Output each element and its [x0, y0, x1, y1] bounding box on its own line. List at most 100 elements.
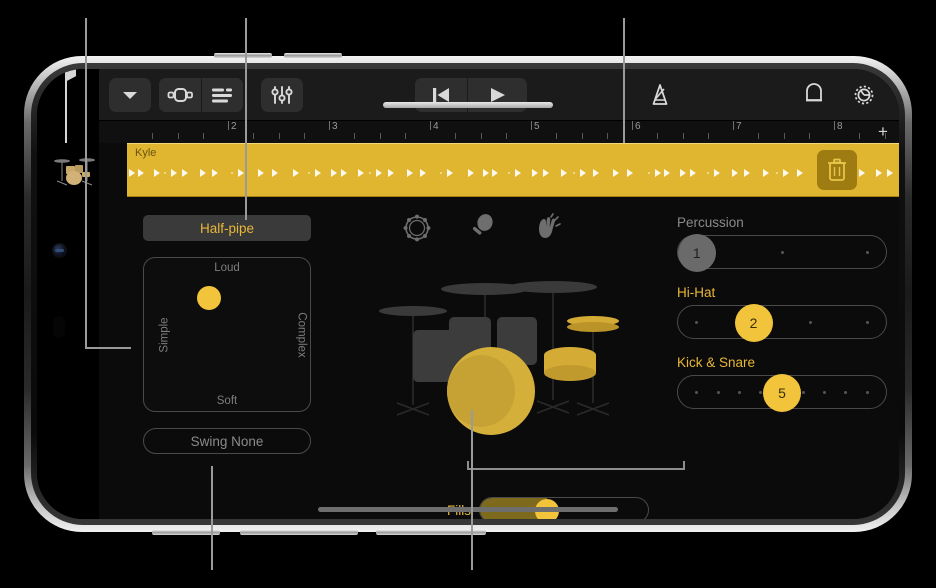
cycle-icon	[806, 82, 822, 101]
ruler-ticks: 2 3 4 5 6 7 8	[127, 121, 886, 143]
callout-line-top-1-elbow	[85, 347, 131, 349]
ruler-sub-tick	[707, 133, 709, 139]
cycle-button[interactable]	[793, 78, 835, 112]
clap-icon[interactable]	[532, 213, 562, 248]
region-note-marker	[171, 169, 177, 177]
drum-kit-icon[interactable]	[51, 143, 99, 197]
region-note-marker	[580, 169, 586, 177]
navigation-button[interactable]	[159, 77, 201, 112]
region-note-marker	[129, 169, 135, 177]
kit-column: Fills	[377, 197, 685, 519]
drummer-region[interactable]: Kyle	[127, 143, 899, 197]
ruler-sub-tick	[303, 133, 305, 139]
swing-button[interactable]: Swing None	[143, 428, 311, 454]
region-note-marker	[714, 169, 720, 177]
metronome-button[interactable]	[639, 78, 681, 112]
step-slider-knob[interactable]: 5	[763, 374, 801, 412]
step-dot	[823, 390, 827, 394]
region-note-dot	[648, 172, 650, 174]
tambourine-icon[interactable]	[402, 213, 432, 248]
step-slider-knob[interactable]: 1	[677, 234, 716, 272]
region-note-marker	[468, 169, 474, 177]
ruler-sub-tick	[758, 133, 760, 139]
device-bezel: 2345678 + Kyle Half-pipe Loud Soft Simpl…	[31, 63, 905, 525]
chevron-down-button[interactable]	[109, 77, 151, 112]
region-note-marker	[515, 169, 521, 177]
region-note-marker	[543, 169, 549, 177]
tracks-button[interactable]	[201, 77, 243, 112]
region-note-marker	[138, 169, 144, 177]
xy-label-simple: Simple	[158, 316, 171, 353]
region-note-marker	[763, 169, 769, 177]
ruler-bar-number: 5	[534, 121, 540, 132]
navigation-icon	[167, 87, 193, 102]
step-dot	[716, 390, 720, 394]
settings-button[interactable]	[843, 78, 885, 112]
region-note-marker	[154, 169, 160, 177]
step-dot	[695, 320, 699, 324]
region-note-marker	[613, 169, 619, 177]
ruler-sub-tick	[278, 133, 280, 139]
ruler-bar-number: 4	[433, 121, 439, 132]
metronome-icon	[652, 83, 668, 105]
xy-label-loud: Loud	[214, 262, 240, 274]
ruler-bar-number: 6	[635, 121, 641, 132]
ruler-sub-tick	[354, 133, 356, 139]
delete-region-button[interactable]	[817, 150, 857, 190]
landscape-notch-column	[37, 69, 99, 519]
add-section-button[interactable]: +	[873, 123, 893, 141]
step-slider[interactable]: 5	[677, 374, 887, 412]
callout-line-top-3	[623, 18, 625, 143]
step-dot	[808, 320, 812, 324]
ruler-sub-tick	[177, 133, 179, 139]
shaker-icon[interactable]	[467, 213, 497, 248]
notch-speaker-slot	[53, 316, 65, 338]
mixer-icon	[271, 85, 293, 104]
side-button[interactable]	[376, 530, 486, 535]
device-screen: 2345678 + Kyle Half-pipe Loud Soft Simpl…	[37, 69, 899, 519]
step-dot	[865, 250, 869, 254]
region-note-dot	[573, 172, 575, 174]
step-slider-knob[interactable]: 2	[734, 304, 773, 342]
region-note-marker	[407, 169, 413, 177]
step-slider[interactable]: 1	[677, 234, 887, 272]
view-toggle-group	[159, 77, 243, 112]
slider-label: Kick & Snare	[677, 355, 756, 370]
region-note-marker	[483, 169, 489, 177]
home-indicator[interactable]	[318, 507, 618, 512]
ruler-bar-number: 8	[837, 121, 843, 132]
volume-up-button[interactable]	[214, 53, 272, 58]
xy-pad[interactable]: Loud Soft Simple Complex	[143, 257, 311, 412]
power-button[interactable]	[152, 530, 220, 535]
step-slider[interactable]: 2	[677, 304, 887, 342]
region-note-marker	[593, 169, 599, 177]
region-note-marker	[238, 169, 244, 177]
region-note-marker	[212, 169, 218, 177]
ruler-sub-tick	[404, 133, 406, 139]
ruler-sub-tick	[152, 133, 154, 139]
xy-pad-knob[interactable]	[197, 285, 222, 310]
region-note-marker	[655, 169, 661, 177]
volume-down-button[interactable]	[284, 53, 342, 58]
region-note-marker	[341, 169, 347, 177]
region-note-marker	[331, 169, 337, 177]
playhead[interactable]	[65, 69, 67, 143]
front-camera-icon	[53, 244, 66, 257]
drum-kit-graphic[interactable]	[377, 245, 645, 465]
step-dot	[780, 250, 784, 254]
ruler-sub-tick	[581, 133, 583, 139]
region-note-marker	[315, 169, 321, 177]
earpiece-speaker	[383, 102, 553, 108]
step-dot	[865, 320, 869, 324]
mixer-button[interactable]	[261, 77, 303, 112]
region-note-marker	[272, 169, 278, 177]
ruler-sub-tick	[455, 133, 457, 139]
region-note-marker	[744, 169, 750, 177]
timeline-ruler[interactable]: 2 3 4 5 6 7 8 +	[99, 121, 899, 143]
preset-name-button[interactable]: Half-pipe	[143, 215, 311, 241]
tracks-icon	[212, 88, 232, 102]
region-note-dot	[776, 172, 778, 174]
slider-group-hi-hat: Hi-Hat 2	[677, 285, 887, 342]
region-note-marker	[492, 169, 498, 177]
ring-silent-switch[interactable]	[240, 530, 358, 535]
